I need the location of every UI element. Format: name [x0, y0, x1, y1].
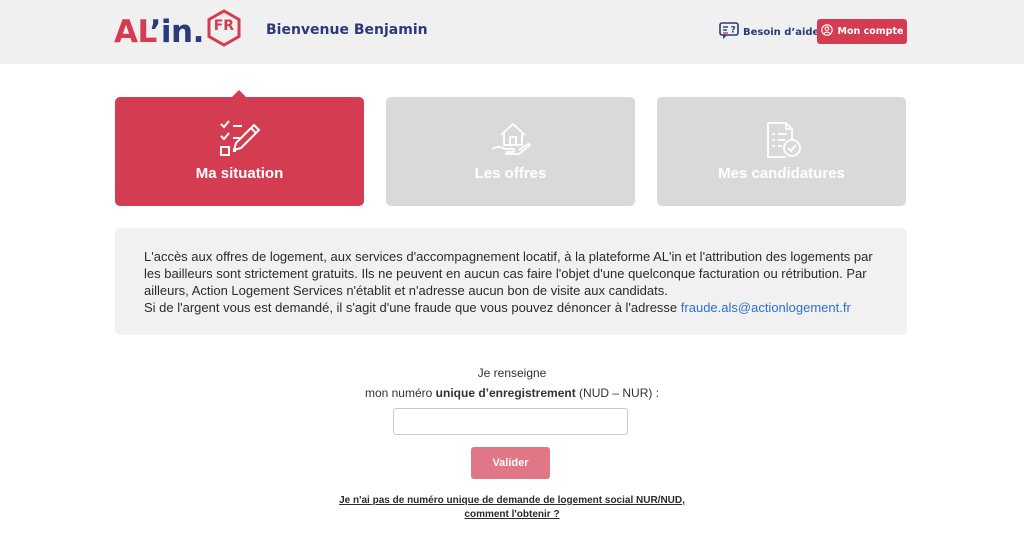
nud-input[interactable] — [393, 408, 628, 435]
nud-label-prefix: mon numéro — [364, 386, 433, 400]
welcome-prefix: Bienvenue — [266, 22, 349, 38]
tab-ma-situation[interactable]: Ma situation — [115, 90, 364, 206]
nud-label-suffix: (NUD – NUR) : — [579, 386, 660, 400]
tab-mes-candidatures-label: Mes candidatures — [718, 165, 845, 182]
user-circle-icon — [820, 24, 833, 39]
tab-ma-situation-label: Ma situation — [195, 165, 284, 182]
notice-text: L'accès aux offres de logement, aux serv… — [144, 249, 873, 298]
tab-les-offres-label: Les offres — [474, 165, 547, 182]
document-check-icon — [760, 119, 804, 161]
svg-text:?: ? — [731, 26, 736, 36]
nud-help-line1: Je n'ai pas de numéro unique de demande … — [339, 495, 685, 506]
my-account-label: Mon compte — [837, 26, 904, 37]
user-name: Benjamin — [353, 22, 428, 38]
help-label: Besoin d’aide — [743, 27, 820, 38]
free-services-notice: L'accès aux offres de logement, aux serv… — [115, 228, 907, 335]
fr-hexagon-badge: FR — [206, 9, 242, 47]
nud-label-bold: unique d’enregistrement — [435, 386, 576, 400]
nud-intro-label: Je renseigne — [477, 366, 547, 380]
logo-text-in: ’in. — [149, 14, 205, 50]
top-header: AL’in. FR Bienvenue Benjamin ? Besoin d’… — [0, 0, 1024, 64]
alin-logo[interactable]: AL’in. FR — [114, 9, 242, 52]
fraud-email-link[interactable]: fraude.als@actionlogement.fr — [681, 300, 851, 315]
fraud-notice-line: Si de l'argent vous est demandé, il s'ag… — [144, 299, 879, 316]
hand-house-icon — [489, 119, 533, 161]
tab-mes-candidatures[interactable]: Mes candidatures — [657, 97, 906, 206]
help-chat-icon: ? — [719, 22, 739, 43]
welcome-message: Bienvenue Benjamin — [266, 22, 428, 38]
logo-text-al: AL — [114, 14, 150, 50]
tab-les-offres[interactable]: Les offres — [386, 97, 635, 206]
get-nud-help-link[interactable]: Je n'ai pas de numéro unique de demande … — [0, 494, 1024, 522]
logo-fr-text: FR — [213, 18, 235, 34]
active-tab-caret — [232, 90, 246, 97]
help-link[interactable]: ? Besoin d’aide — [719, 22, 819, 43]
fraud-notice-text: Si de l'argent vous est demandé, il s'ag… — [144, 300, 678, 315]
checklist-pencil-icon — [218, 119, 262, 161]
nud-help-line2: comment l'obtenir ? — [464, 509, 560, 520]
validate-button[interactable]: Valider — [471, 447, 550, 479]
nud-field-label: mon numéro unique d’enregistrement (NUD … — [0, 386, 1024, 400]
my-account-button[interactable]: Mon compte — [817, 19, 907, 44]
